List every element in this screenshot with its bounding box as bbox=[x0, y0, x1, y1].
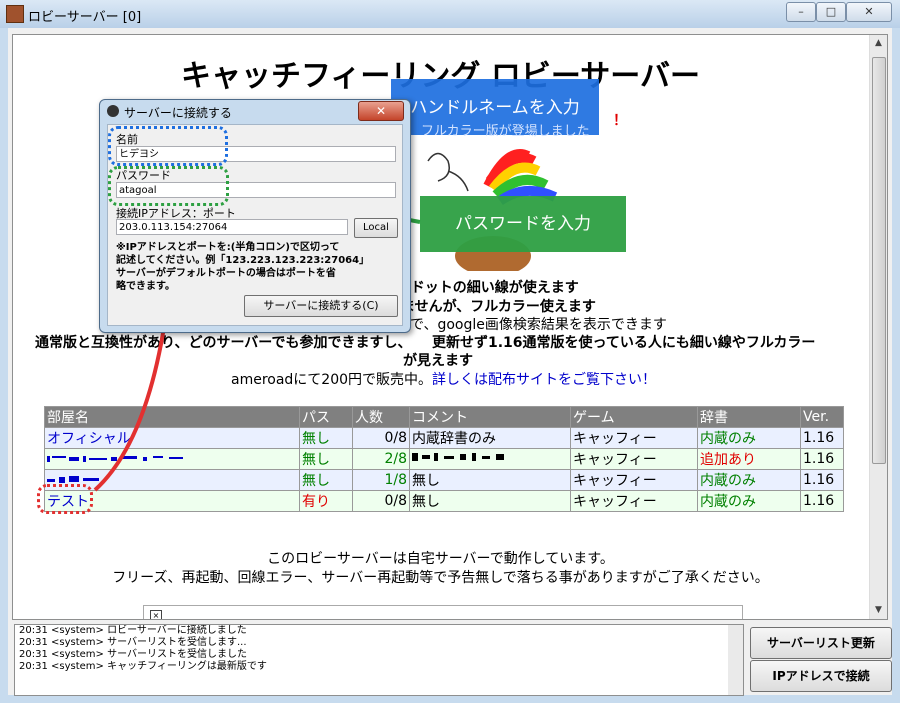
col-count[interactable]: 人数 bbox=[352, 406, 410, 428]
room-count: 0/8 bbox=[352, 490, 410, 512]
ip-hint-text: ※IPアドレスとポートを:(半角コロン)で区切って 記述してください。例「123… bbox=[116, 241, 369, 293]
maximize-button[interactable]: □ bbox=[816, 2, 846, 22]
close-button[interactable]: ✕ bbox=[846, 2, 892, 22]
room-password: 無し bbox=[299, 427, 353, 449]
compat-text-a: 通常版と互換性があり、どのサーバーでも参加できますし、 bbox=[35, 335, 412, 351]
handle-name-callout: ハンドルネームを入力 フルカラー版が登場しました bbox=[391, 79, 599, 139]
hint-line: サーバーがデフォルトポートの場合はポートを省 bbox=[116, 268, 336, 279]
sale-info: ameroadにて200円で販売中。 bbox=[231, 372, 433, 388]
room-version: 1.16 bbox=[800, 427, 844, 449]
obscured-room-name bbox=[47, 456, 183, 462]
room-game: キャッフィー bbox=[570, 490, 698, 512]
col-comment[interactable]: コメント bbox=[409, 406, 571, 428]
background-announcement: フルカラー版が登場しました bbox=[391, 120, 599, 139]
sale-text: ameroadにて200円で販売中。詳しくは配布サイトをご覧下さい！ bbox=[231, 369, 656, 389]
embedded-content-box: × bbox=[143, 605, 743, 619]
room-comment: 無し bbox=[409, 469, 571, 491]
feature-line-2: ませんが、フルカラー使えます bbox=[401, 299, 596, 315]
obscured-room-name bbox=[47, 476, 99, 483]
col-game[interactable]: ゲーム bbox=[570, 406, 698, 428]
room-name[interactable]: オフィシャル bbox=[44, 427, 300, 449]
table-row[interactable]: 無し 1/8 無し キャッフィー 内蔵のみ 1.16 bbox=[44, 469, 844, 491]
room-game: キャッフィー bbox=[570, 427, 698, 449]
log-line: 20:31 <system> キャッチフィーリングは最新版です bbox=[19, 661, 267, 672]
room-list-table: 部屋名 パス 人数 コメント ゲーム 辞書 Ver. オフィシャル 無し 0/8… bbox=[44, 406, 844, 512]
room-dictionary: 追加あり bbox=[697, 448, 801, 470]
table-row[interactable]: オフィシャル 無し 0/8 内蔵辞書のみ キャッフィー 内蔵のみ 1.16 bbox=[44, 427, 844, 449]
distribution-site-link[interactable]: 詳しくは配布サイトをご覧下さい！ bbox=[432, 372, 656, 388]
password-callout-text: パスワードを入力 bbox=[455, 214, 591, 234]
col-dictionary[interactable]: 辞書 bbox=[697, 406, 801, 428]
webview-scrollbar[interactable]: ▲ ▼ bbox=[869, 35, 887, 619]
log-line: 20:31 <system> ロビーサーバーに接続しました bbox=[19, 625, 247, 636]
password-callout: パスワードを入力 bbox=[420, 196, 626, 252]
app-icon bbox=[6, 5, 24, 23]
hint-line: ※IPアドレスとポートを:(半角コロン)で区切って bbox=[116, 242, 340, 253]
dialog-close-button[interactable]: ✕ bbox=[358, 101, 404, 121]
log-line: 20:31 <system> サーバーリストを受信しました bbox=[19, 649, 247, 660]
table-header-row: 部屋名 パス 人数 コメント ゲーム 辞書 Ver. bbox=[44, 406, 844, 428]
dialog-app-icon bbox=[107, 105, 119, 117]
notice-line-2: フリーズ、再起動、回線エラー、サーバー再起動等で予告無しで落ちる事がありますがご… bbox=[112, 570, 769, 586]
minimize-button[interactable]: – bbox=[786, 2, 816, 22]
room-name[interactable] bbox=[44, 448, 300, 470]
table-row[interactable]: テスト 有り 0/8 無し キャッフィー 内蔵のみ 1.16 bbox=[44, 490, 844, 512]
hint-line: 略できます。 bbox=[116, 281, 175, 292]
handle-name-callout-text: ハンドルネームを入力 bbox=[410, 98, 580, 118]
room-dictionary: 内蔵のみ bbox=[697, 469, 801, 491]
room-version: 1.16 bbox=[800, 448, 844, 470]
connect-server-button[interactable]: サーバーに接続する(C) bbox=[244, 295, 398, 317]
feature-line-1: 1ドットの細い線が使えます bbox=[401, 280, 579, 296]
announce-exclamation: ！ bbox=[613, 113, 627, 129]
name-highlight-ring bbox=[108, 126, 228, 166]
table-row[interactable]: 無し 2/8 キャッフィー 追加あり 1.16 bbox=[44, 448, 844, 470]
room-dictionary: 内蔵のみ bbox=[697, 427, 801, 449]
room-dictionary: 内蔵のみ bbox=[697, 490, 801, 512]
broken-image-icon: × bbox=[150, 610, 162, 619]
window-title: ロビーサーバー [0] bbox=[28, 10, 142, 25]
feature-line-3: で、google画像検索結果を表示できます bbox=[410, 317, 667, 333]
connect-by-ip-button[interactable]: IPアドレスで接続 bbox=[750, 660, 892, 692]
room-count: 1/8 bbox=[352, 469, 410, 491]
local-button[interactable]: Local bbox=[354, 218, 398, 238]
obscured-comment bbox=[412, 453, 504, 461]
room-comment: 内蔵辞書のみ bbox=[409, 427, 571, 449]
dialog-title: サーバーに接続する bbox=[124, 106, 232, 120]
compat-text-b: 更新せず1.16通常版を使っている人にも細い線やフルカラー bbox=[432, 335, 816, 351]
log-scrollbar[interactable] bbox=[728, 625, 743, 695]
col-version[interactable]: Ver. bbox=[800, 406, 844, 428]
room-password: 無し bbox=[299, 469, 353, 491]
scroll-down-arrow-icon[interactable]: ▼ bbox=[870, 602, 887, 619]
col-password[interactable]: パス bbox=[299, 406, 353, 428]
password-highlight-ring bbox=[108, 166, 229, 206]
col-room-name[interactable]: 部屋名 bbox=[44, 406, 300, 428]
line-doodle bbox=[427, 152, 469, 192]
hint-line: 記述してください。例「123.223.123.223:27064」 bbox=[116, 255, 370, 266]
room-password: 有り bbox=[299, 490, 353, 512]
system-log: 20:31 <system> ロビーサーバーに接続しました 20:31 <sys… bbox=[14, 624, 744, 696]
refresh-server-list-button[interactable]: サーバーリスト更新 bbox=[750, 627, 892, 659]
test-room-highlight-ring bbox=[37, 484, 93, 514]
ip-port-input[interactable]: 203.0.113.154:27064 bbox=[116, 219, 348, 235]
room-count: 0/8 bbox=[352, 427, 410, 449]
compat-text-c: が見えます bbox=[403, 353, 473, 369]
room-comment bbox=[409, 448, 571, 470]
log-line: 20:31 <system> サーバーリストを受信します... bbox=[19, 637, 247, 648]
room-game: キャッフィー bbox=[570, 448, 698, 470]
room-count: 2/8 bbox=[352, 448, 410, 470]
room-comment: 無し bbox=[409, 490, 571, 512]
scroll-up-arrow-icon[interactable]: ▲ bbox=[870, 35, 887, 52]
room-game: キャッフィー bbox=[570, 469, 698, 491]
window-controls: – □ ✕ bbox=[786, 2, 892, 22]
notice-line-1: このロビーサーバーは自宅サーバーで動作しています。 bbox=[267, 551, 614, 567]
room-version: 1.16 bbox=[800, 490, 844, 512]
room-password: 無し bbox=[299, 448, 353, 470]
background-announcement-text: フルカラー版が登場しました bbox=[421, 124, 590, 139]
room-version: 1.16 bbox=[800, 469, 844, 491]
scroll-thumb[interactable] bbox=[872, 57, 886, 464]
